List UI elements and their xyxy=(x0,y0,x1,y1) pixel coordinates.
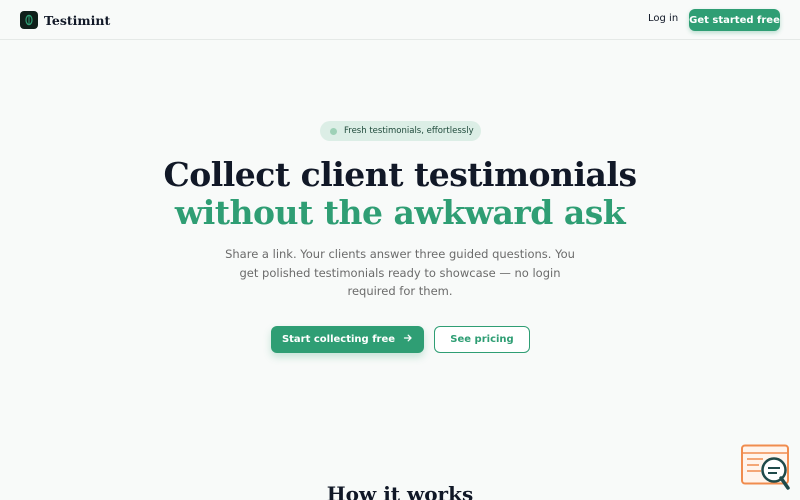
start-collecting-button[interactable]: Start collecting free xyxy=(271,326,424,353)
chat-widget-icon[interactable] xyxy=(741,444,791,490)
brand-logo[interactable]: Testimint xyxy=(20,11,110,29)
see-pricing-button[interactable]: See pricing xyxy=(434,326,530,353)
get-started-button[interactable]: Get started free xyxy=(689,9,780,31)
badge-text: Fresh testimonials, effortlessly xyxy=(344,126,474,136)
hero-badge: Fresh testimonials, effortlessly xyxy=(320,121,481,141)
hero-title-line2: without the awkward ask xyxy=(174,193,626,232)
how-it-works-heading: How it works xyxy=(326,482,474,500)
brand-name: Testimint xyxy=(44,12,111,28)
badge-dot-icon xyxy=(330,127,337,135)
start-collecting-label: Start collecting free xyxy=(281,334,396,345)
hero-subtitle: Share a link. Your clients answer three … xyxy=(225,247,575,298)
login-link[interactable]: Log in xyxy=(648,13,678,24)
arrow-right-icon xyxy=(403,333,413,346)
leaf-icon xyxy=(20,11,38,29)
hero-title-line1: Collect client testimonials xyxy=(163,155,637,194)
top-nav: Testimint Log in Get started free xyxy=(0,0,800,40)
